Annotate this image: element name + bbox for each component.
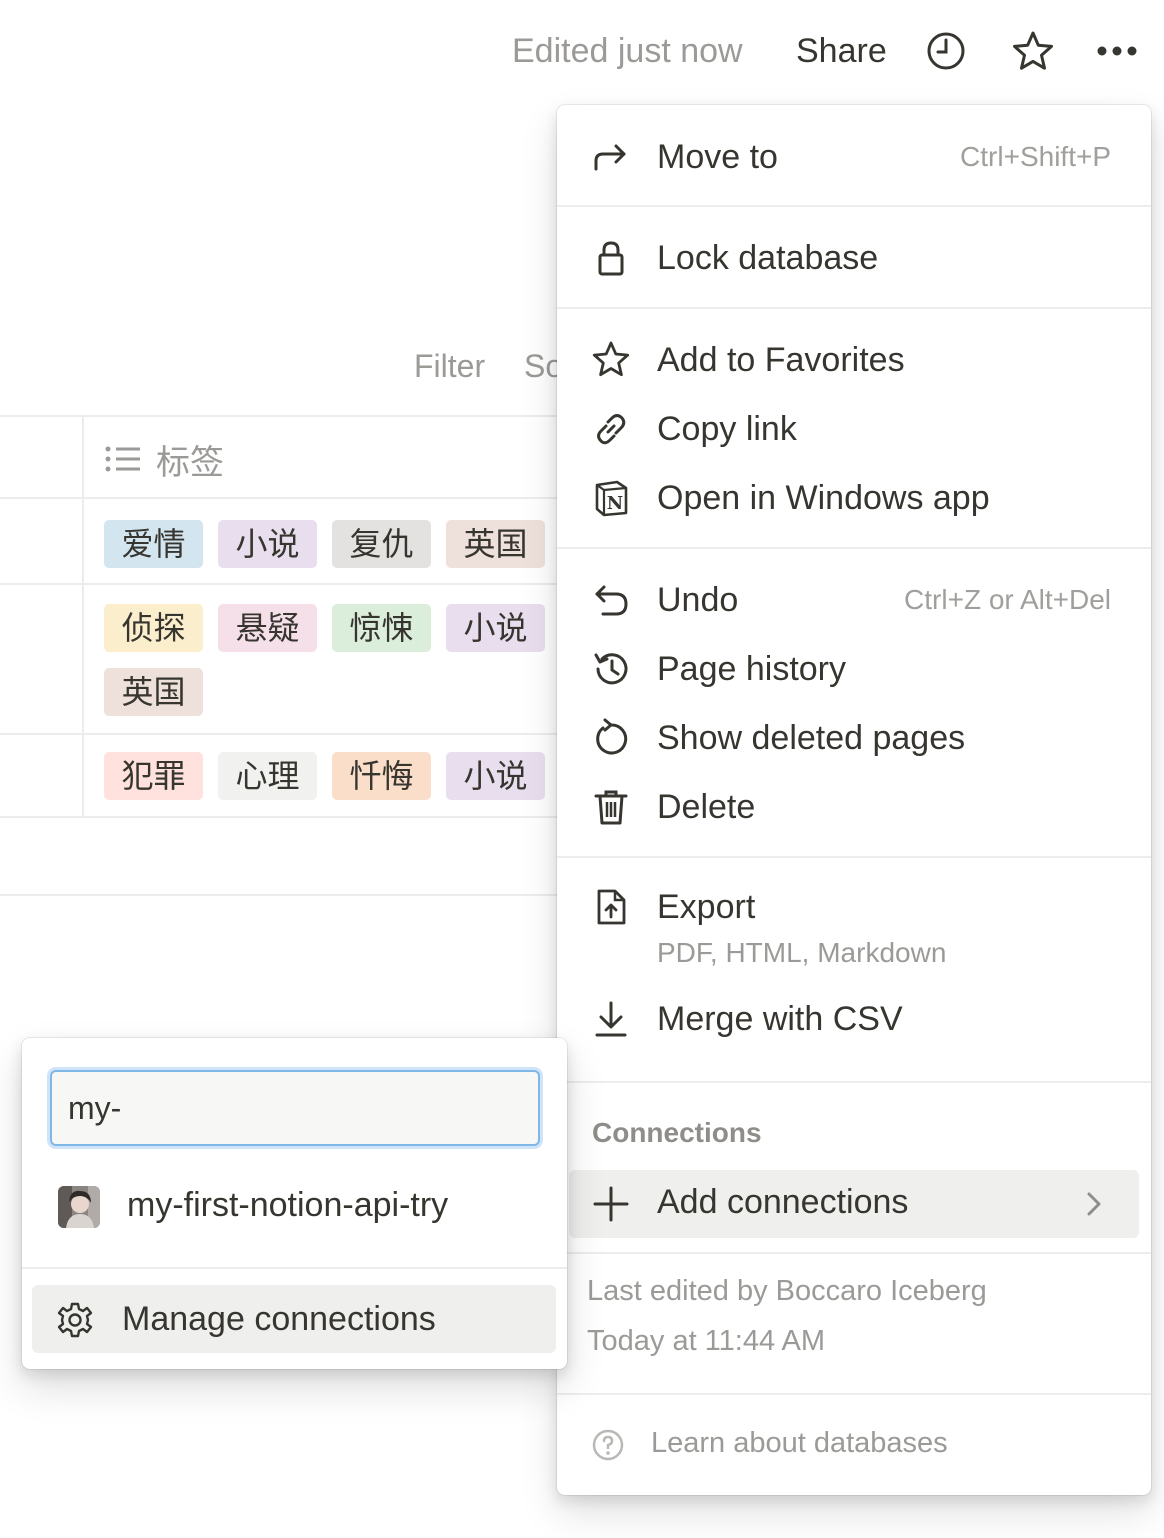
merge-with-csv-item[interactable]: Merge with CSV (557, 989, 1151, 1049)
menu-label: Lock database (657, 238, 879, 277)
history-icon (594, 653, 628, 685)
gear-icon (57, 1302, 93, 1338)
table-row[interactable]: 爱情 小说 复仇 英国 (104, 520, 564, 568)
lock-database-item[interactable]: Lock database (557, 228, 1151, 288)
menu-label: Manage connections (122, 1300, 436, 1338)
svg-text:N: N (607, 493, 623, 514)
copy-link-item[interactable]: Copy link (557, 399, 1151, 459)
table-border (0, 415, 560, 417)
table-border (0, 733, 560, 735)
menu-label: Move to (657, 137, 778, 176)
page-options-menu: Move to Ctrl+Shift+P Lock database Add t… (557, 105, 1151, 1495)
delete-item[interactable]: Delete (557, 777, 1151, 837)
shortcut-hint: Ctrl+Shift+P (960, 141, 1111, 172)
move-arrow-icon (594, 144, 626, 171)
popup-divider (22, 1267, 567, 1269)
last-edited-time: Today at 11:44 AM (587, 1325, 826, 1357)
menu-divider (557, 307, 1151, 309)
undo-item[interactable]: Undo Ctrl+Z or Alt+Del (557, 570, 1151, 630)
undo-icon (595, 585, 628, 616)
filter-button[interactable]: Filter (414, 348, 485, 385)
tag: 小说 (446, 604, 545, 652)
export-item[interactable]: Export (557, 877, 1151, 937)
export-file-icon (597, 889, 626, 925)
restore-icon (596, 718, 628, 755)
menu-label: Copy link (657, 409, 797, 448)
tag: 侦探 (104, 604, 203, 652)
menu-label: Export (657, 887, 756, 926)
tag: 悬疑 (218, 604, 317, 652)
menu-label: Learn about databases (651, 1427, 948, 1459)
menu-label: Delete (657, 787, 756, 826)
top-bar: Edited just now Share (0, 0, 1164, 100)
share-button[interactable]: Share (796, 32, 887, 71)
trash-icon (594, 790, 628, 825)
table-border (0, 894, 560, 896)
tag: 爱情 (104, 520, 203, 568)
tag: 犯罪 (104, 752, 203, 800)
page-history-item[interactable]: Page history (557, 639, 1151, 699)
tag: 忏悔 (332, 752, 431, 800)
help-circle-icon (592, 1429, 624, 1461)
menu-label: Merge with CSV (657, 999, 903, 1038)
export-formats: PDF, HTML, Markdown (657, 937, 947, 968)
menu-label: Page history (657, 649, 846, 688)
shortcut-hint: Ctrl+Z or Alt+Del (904, 584, 1111, 615)
manage-connections-item[interactable]: Manage connections (32, 1285, 556, 1353)
star-icon[interactable] (1010, 28, 1056, 74)
connection-search-input[interactable] (50, 1070, 540, 1146)
add-connections-item[interactable]: Add connections (569, 1170, 1139, 1238)
column-header-label: 标签 (156, 443, 224, 482)
lock-icon (598, 241, 624, 276)
connections-section-header: Connections (592, 1117, 762, 1148)
link-icon (597, 414, 626, 445)
connection-name: my-first-notion-api-try (127, 1186, 449, 1224)
column-header-tags[interactable]: 标签 (104, 434, 224, 484)
table-border (0, 583, 560, 585)
menu-divider (557, 547, 1151, 549)
download-arrow-icon (595, 1001, 627, 1037)
menu-divider (557, 1393, 1151, 1395)
table-row[interactable]: 犯罪 心理 忏悔 小说 (104, 752, 564, 800)
tag: 复仇 (332, 520, 431, 568)
add-to-favorites-item[interactable]: Add to Favorites (557, 330, 1151, 390)
table-border (0, 497, 560, 499)
clock-icon[interactable] (923, 28, 969, 74)
menu-divider (557, 1081, 1151, 1083)
list-icon (105, 446, 140, 472)
show-deleted-pages-item[interactable]: Show deleted pages (557, 708, 1151, 768)
connections-popup: my-first-notion-api-try Manage connectio… (22, 1038, 567, 1369)
avatar (58, 1186, 100, 1228)
tag: 小说 (218, 520, 317, 568)
open-in-windows-app-item[interactable]: N Open in Windows app (557, 468, 1151, 528)
more-icon[interactable] (1094, 28, 1140, 74)
plus-icon (593, 1186, 629, 1222)
table-border (0, 816, 560, 818)
table-row[interactable]: 侦探 悬疑 惊悚 小说 英国 (104, 604, 564, 716)
menu-divider (557, 1252, 1151, 1254)
table-column-divider (82, 417, 84, 817)
star-icon (592, 341, 630, 377)
menu-label: Show deleted pages (657, 718, 966, 757)
edited-status: Edited just now (512, 32, 743, 70)
move-to-item[interactable]: Move to Ctrl+Shift+P (557, 127, 1151, 187)
connection-result-item[interactable]: my-first-notion-api-try (22, 1178, 567, 1238)
tag: 英国 (104, 668, 203, 716)
menu-label: Open in Windows app (657, 478, 990, 517)
notion-logo-icon: N (595, 480, 628, 517)
tag: 英国 (446, 520, 545, 568)
tag: 心理 (218, 752, 317, 800)
menu-divider (557, 856, 1151, 858)
chevron-right-icon (1087, 1192, 1101, 1216)
menu-divider (557, 205, 1151, 207)
menu-label: Add to Favorites (657, 340, 905, 379)
menu-label: Add connections (657, 1183, 909, 1221)
tag: 惊悚 (332, 604, 431, 652)
last-edited-by: Last edited by Boccaro Iceberg (587, 1275, 987, 1307)
menu-label: Undo (657, 580, 739, 619)
learn-about-databases-link[interactable]: Learn about databases (557, 1415, 1151, 1475)
tag: 小说 (446, 752, 545, 800)
